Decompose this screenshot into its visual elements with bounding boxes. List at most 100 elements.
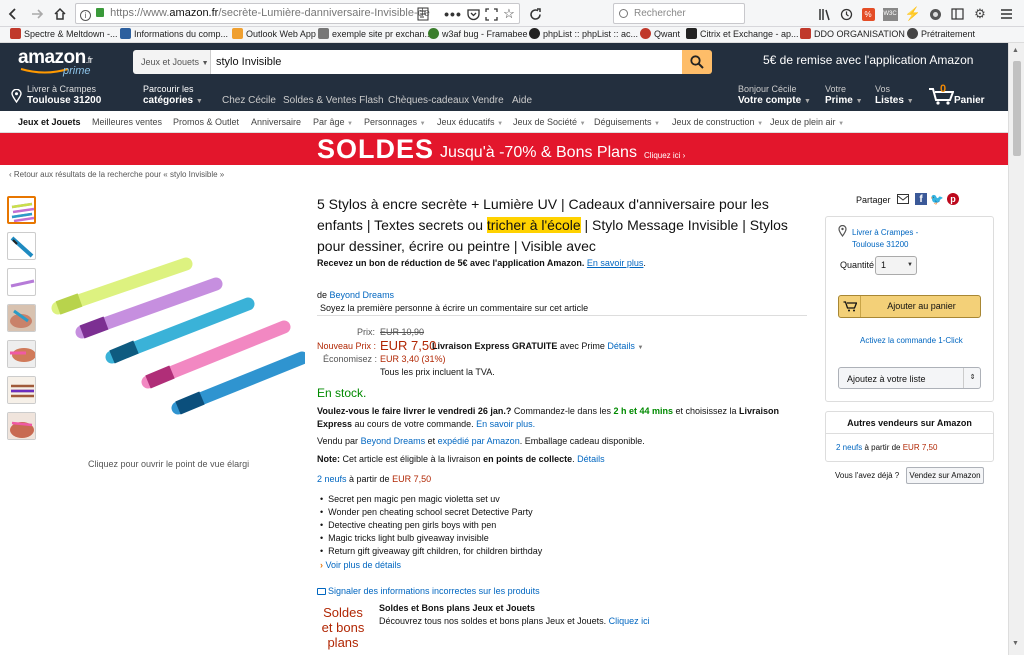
app-promo[interactable]: 5€ de remise avec l'application Amazon <box>763 53 973 67</box>
browse-categories[interactable]: catégories ▼ <box>143 95 203 106</box>
one-click-link[interactable]: Activez la commande 1-Click <box>860 336 963 345</box>
lists-menu[interactable]: Listes ▼ <box>875 95 914 106</box>
info-icon[interactable]: i <box>80 10 91 21</box>
addon-percent-icon[interactable]: % <box>858 4 878 24</box>
prime-menu[interactable]: Prime ▼ <box>825 95 863 106</box>
thumbnail-5[interactable] <box>7 340 36 368</box>
deliver-to-city[interactable]: Toulouse 31200 <box>27 95 101 106</box>
subnav-jeux-jouets[interactable]: Jeux et Jouets <box>18 117 81 127</box>
reload-icon[interactable] <box>525 4 545 24</box>
twitter-icon[interactable]: 🐦 <box>930 193 944 206</box>
soldes-promo-link[interactable]: Cliquez ici <box>609 616 650 626</box>
soldes-promo-title[interactable]: Soldes et Bons plans Jeux et Jouets <box>379 603 535 613</box>
thumbnail-4[interactable] <box>7 304 36 332</box>
scrollbar-thumb[interactable] <box>1013 61 1021 156</box>
soldes-banner[interactable]: SOLDES Jusqu'à -70% & Bons Plans Cliquez… <box>0 133 1008 165</box>
page-actions-icon[interactable]: ••• <box>443 4 463 24</box>
bookmark-item[interactable]: Outlook Web App <box>232 28 316 39</box>
subnav-par-age[interactable]: Par âge ▼ <box>313 117 353 127</box>
thumbnail-7[interactable] <box>7 412 36 440</box>
pocket-icon[interactable] <box>463 4 483 24</box>
search-input[interactable]: stylo Invisible <box>211 50 682 74</box>
addon-shield-icon[interactable] <box>925 4 945 24</box>
thumbnail-1[interactable] <box>7 196 36 224</box>
list-dropdown-icon[interactable]: ⇕ <box>963 368 981 388</box>
report-info[interactable]: Signaler des informations incorrectes su… <box>317 586 540 596</box>
subnav-jeux-societe[interactable]: Jeux de Société ▼ <box>513 117 586 127</box>
share-label[interactable]: Partager <box>856 195 891 205</box>
subnav-plein-air[interactable]: Jeux de plein air ▼ <box>770 117 844 127</box>
review-link[interactable]: Soyez la première personne à écrire un c… <box>320 303 588 313</box>
subnav-promos[interactable]: Promos & Outlet <box>173 117 239 127</box>
breadcrumb[interactable]: ‹ Retour aux résultats de la recherche p… <box>9 170 224 179</box>
scroll-down-icon[interactable]: ▼ <box>1012 640 1019 647</box>
pinterest-icon[interactable]: p <box>947 193 959 205</box>
screenshot-icon[interactable] <box>481 4 501 24</box>
forward-icon[interactable] <box>27 4 47 24</box>
account-greeting[interactable]: Bonjour Cécile <box>738 84 797 94</box>
more-details[interactable]: › Voir plus de détails <box>320 560 401 570</box>
soldes-promo-image[interactable]: Soldes et bons plans <box>317 601 369 653</box>
new-offers-link[interactable]: 2 neufs <box>317 474 347 484</box>
bookmark-item[interactable]: DDO ORGANISATION ... <box>800 28 915 39</box>
search-button[interactable] <box>682 50 712 74</box>
ship-more-link[interactable]: En savoir plus. <box>476 419 535 429</box>
subnav-meilleures-ventes[interactable]: Meilleures ventes <box>92 117 162 127</box>
thumbnail-2[interactable] <box>7 232 36 260</box>
search-category-select[interactable]: Jeux et Jouets ▼ <box>133 50 211 74</box>
sell-on-amazon-button[interactable]: Vendez sur Amazon <box>906 467 984 484</box>
bookmark-item[interactable]: Qwant <box>640 28 680 39</box>
bookmark-item[interactable]: Prétraitement <box>907 28 975 39</box>
bookmark-item[interactable]: exemple site pr exchan... <box>318 28 432 39</box>
hamburger-menu-icon[interactable] <box>996 4 1016 24</box>
bookmark-item[interactable]: Citrix et Exchange - ap... <box>686 28 799 39</box>
page-scrollbar[interactable]: ▲ ▼ <box>1008 43 1024 655</box>
cart-label[interactable]: Panier <box>954 95 985 106</box>
browser-search-input[interactable]: Rechercher <box>613 3 745 24</box>
bookmark-item[interactable]: phpList :: phpList :: ac... <box>529 28 638 39</box>
back-icon[interactable] <box>3 4 23 24</box>
add-to-cart-button[interactable]: Ajouter au panier <box>838 295 981 318</box>
subnav-construction[interactable]: Jeux de construction ▼ <box>672 117 763 127</box>
nav-link-vendre[interactable]: Vendre <box>472 95 504 106</box>
addon-gear-icon[interactable]: ⚙ <box>970 4 990 24</box>
bookmark-item[interactable]: Spectre & Meltdown -... <box>10 28 118 39</box>
subnav-jeux-educatifs[interactable]: Jeux éducatifs ▼ <box>437 117 503 127</box>
clock-icon[interactable] <box>836 4 856 24</box>
product-main-image[interactable] <box>40 252 309 422</box>
account-menu[interactable]: Votre compte ▼ <box>738 95 811 106</box>
thumbnail-6[interactable] <box>7 376 36 404</box>
sidebar-toggle-icon[interactable] <box>947 4 967 24</box>
bookmark-item[interactable]: Informations du comp... <box>120 28 228 39</box>
lists-label[interactable]: Vos <box>875 84 890 94</box>
nav-link-cheques[interactable]: Chèques-cadeaux <box>388 95 469 106</box>
delivery-details-link[interactable]: Détails <box>607 341 635 351</box>
addon-lightning-icon[interactable]: ⚡ <box>903 4 923 24</box>
subnav-personnages[interactable]: Personnages ▼ <box>364 117 426 127</box>
buybox-deliver-to[interactable]: Livrer à Crampes - <box>852 228 918 237</box>
prime-label[interactable]: Votre <box>825 84 846 94</box>
addon-w3c-icon[interactable]: W3C <box>880 4 900 24</box>
buybox-deliver-city[interactable]: Toulouse 31200 <box>852 240 909 249</box>
subnav-anniversaire[interactable]: Anniversaire <box>251 117 301 127</box>
add-to-list-button[interactable]: Ajoutez à votre liste ⇕ <box>838 367 981 389</box>
app-offer-link[interactable]: En savoir plus <box>587 258 644 268</box>
image-caption[interactable]: Cliquez pour ouvrir le point de vue élar… <box>88 459 249 469</box>
email-share-icon[interactable] <box>897 194 909 204</box>
nav-link-chez[interactable]: Chez Cécile <box>222 95 276 106</box>
deliver-to-label[interactable]: Livrer à Crampes <box>27 84 96 94</box>
reader-view-icon[interactable] <box>413 4 433 24</box>
scroll-up-icon[interactable]: ▲ <box>1012 47 1019 54</box>
other-new-link[interactable]: 2 neufs <box>836 443 862 452</box>
note-details-link[interactable]: Détails <box>577 454 605 464</box>
library-icon[interactable] <box>814 4 834 24</box>
quantity-select[interactable]: 1 ▼ <box>875 256 917 275</box>
nav-link-aide[interactable]: Aide <box>512 95 532 106</box>
subnav-deguisements[interactable]: Déguisements ▼ <box>594 117 660 127</box>
facebook-icon[interactable]: f <box>915 193 927 205</box>
browse-label[interactable]: Parcourir les <box>143 84 194 94</box>
nav-link-soldes[interactable]: Soldes & Ventes Flash <box>283 95 384 106</box>
bookmark-item[interactable]: w3af bug - Framabee <box>428 28 528 39</box>
brand-link[interactable]: Beyond Dreams <box>330 290 395 300</box>
thumbnail-3[interactable] <box>7 268 36 296</box>
